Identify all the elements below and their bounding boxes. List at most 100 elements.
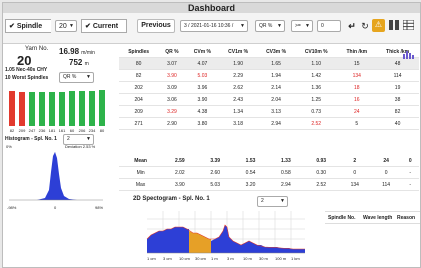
table-cell: 4.07 — [185, 57, 220, 70]
table-row[interactable]: 204 3.06 3.90 2.43 2.04 1.25 16 38 — [119, 93, 419, 106]
threshold-input[interactable]: 0 — [317, 20, 341, 32]
date-select[interactable]: 3 / 2021-01-16 10:36 / ▼ — [180, 20, 248, 32]
metric-select[interactable]: QR % ▼ — [255, 20, 285, 32]
spindle-bar[interactable] — [8, 90, 15, 126]
spectrogram-tick-label: 1 m — [211, 256, 218, 261]
table-cell: 202 — [119, 81, 159, 94]
stats-cell: 0 — [401, 155, 419, 167]
spectrogram-tick-label: 1 cm — [147, 256, 156, 261]
table-cell: 2.43 — [219, 93, 258, 106]
mean-number: 16.98 — [59, 47, 80, 56]
table-cell: 2.04 — [257, 93, 296, 106]
spindle-table: Spindles QR % CVm % CV1m % CV3m % CV10m % Thin… — [119, 46, 419, 130]
spindle-count-select[interactable]: 20 ▼ — [55, 20, 77, 32]
previous-button[interactable]: Previous — [137, 19, 175, 33]
spectrogram-axis: 1 cm 3 cm 10 cm 30 cm 1 m 3 m 10 m 30 m 100 m 1 k… — [145, 256, 307, 262]
column-header[interactable]: Spindles — [119, 46, 159, 58]
stats-cell: - — [401, 178, 419, 191]
column-header[interactable]: CV1m % — [219, 46, 258, 58]
spindle-bar-label: 206 — [78, 128, 86, 133]
date-value: 3 / 2021-01-16 10:36 / — [184, 23, 234, 29]
stats-row: Min 2.02 2.60 0.54 0.58 0.30 0 0- — [119, 166, 419, 179]
spectrogram-chart — [146, 211, 305, 254]
spectrogram-tick-label: 10 cm — [179, 256, 190, 261]
checkmark-icon: ✔ — [85, 23, 91, 30]
table-cell: 4.38 — [185, 105, 220, 118]
table-cell: 1.90 — [219, 57, 258, 70]
spindle-bar[interactable] — [48, 91, 55, 126]
stats-cell: 114 — [370, 178, 402, 191]
histogram-chart — [9, 152, 103, 201]
table-cell: 82 — [376, 105, 419, 118]
spectrogram-tick-label: 30 m — [259, 256, 268, 261]
table-cell: 3.96 — [185, 81, 220, 94]
table-row[interactable]: 202 3.09 3.96 2.62 2.14 1.36 18 19 — [119, 81, 419, 94]
column-header[interactable]: CV3m % — [257, 46, 296, 58]
table-cell: 1.25 — [295, 93, 338, 106]
column-header[interactable]: Thin /km — [337, 46, 377, 58]
list-view-icon[interactable] — [402, 19, 414, 32]
table-row[interactable]: 271 2.90 3.80 3.18 2.94 2.52 5 40 — [119, 117, 419, 130]
big-number: 20 — [17, 53, 32, 68]
table-row[interactable]: 209 3.29 4.38 1.34 3.13 0.73 24 82 — [119, 105, 419, 118]
table-row[interactable]: 82 3.90 5.03 2.29 1.94 1.42 134 114 — [119, 69, 419, 82]
table-cell: 24 — [337, 105, 377, 118]
column-header[interactable]: CV10m % — [295, 46, 338, 58]
spindle-bar[interactable] — [88, 90, 95, 126]
spindle-bar[interactable] — [18, 92, 25, 126]
grid-view-icon[interactable] — [388, 20, 400, 32]
column-header[interactable]: QR % — [158, 46, 186, 58]
spindle-bar[interactable] — [28, 92, 35, 126]
stats-cell: 0.54 — [232, 166, 269, 179]
spindle-bar-label: 234 — [88, 128, 96, 133]
table-cell: 2.94 — [257, 117, 296, 130]
refresh-icon[interactable]: ↻ — [359, 20, 371, 32]
histogram-deviation: Deviation 2.53 % — [65, 144, 96, 149]
spindle-bar[interactable] — [98, 90, 105, 126]
stats-cell: 3.39 — [197, 155, 233, 167]
stats-cell: 1.53 — [232, 155, 269, 167]
spindle-bar[interactable] — [78, 91, 85, 126]
table-cell: 16 — [337, 93, 377, 106]
mean-unit: m/min — [81, 50, 95, 56]
worst-spindles-label: 10 Worst Spindles — [5, 75, 49, 81]
table-cell: 3.90 — [185, 93, 220, 106]
spindle-toggle[interactable]: ✔ Spindle — [5, 19, 51, 33]
worst-spindles-chart — [7, 86, 107, 126]
current-label: Current — [92, 23, 119, 30]
table-cell: 2.90 — [158, 117, 186, 130]
table-cell: 2.52 — [295, 117, 338, 130]
stats-cell: 134 — [338, 178, 371, 191]
spindle-bar[interactable] — [58, 91, 65, 126]
current-toggle[interactable]: ✔ Current — [81, 19, 127, 33]
table-cell: 18 — [337, 81, 377, 94]
spindle-bar[interactable] — [68, 91, 75, 126]
chart-type-icon[interactable] — [402, 49, 414, 59]
table-cell: 38 — [376, 93, 419, 106]
threshold-value: 0 — [321, 23, 324, 29]
table-row[interactable]: 80 3.07 4.07 1.90 1.65 1.10 15 48 — [119, 57, 419, 70]
return-icon[interactable]: ↵ — [346, 20, 358, 32]
chevron-down-icon: ▼ — [240, 23, 245, 29]
stats-cell: 5.03 — [197, 178, 233, 191]
column-header[interactable]: CVm % — [185, 46, 220, 58]
count-unit: m — [84, 61, 89, 67]
spindle-bar-label: 161 — [58, 128, 66, 133]
spectrogram-tick-label: 1 km — [291, 256, 300, 261]
table-cell: 1.94 — [257, 69, 296, 82]
stats-table: Mean 2.59 3.39 1.53 1.33 0.93 2 24 0 Min 2.02 2.60 0… — [119, 155, 419, 191]
stats-cell: 2.94 — [268, 178, 304, 191]
spectrogram-select[interactable]: 2 ▼ — [257, 196, 288, 207]
table-cell: 3.13 — [257, 105, 296, 118]
worst-metric-select[interactable]: QR % ▼ — [59, 72, 94, 83]
table-cell: 1.65 — [257, 57, 296, 70]
histogram-title: Histogram - Spl. No. 1 — [5, 136, 57, 142]
operator-value: >= — [295, 23, 301, 29]
warning-icon[interactable]: ⚠ — [372, 19, 385, 32]
table-cell: 80 — [119, 57, 159, 70]
table-cell: 134 — [337, 69, 377, 82]
spindle-bar-label: 60 — [69, 128, 75, 133]
operator-select[interactable]: >= ▼ — [291, 20, 313, 32]
stats-cell: 3.20 — [232, 178, 269, 191]
spindle-bar[interactable] — [38, 92, 45, 126]
